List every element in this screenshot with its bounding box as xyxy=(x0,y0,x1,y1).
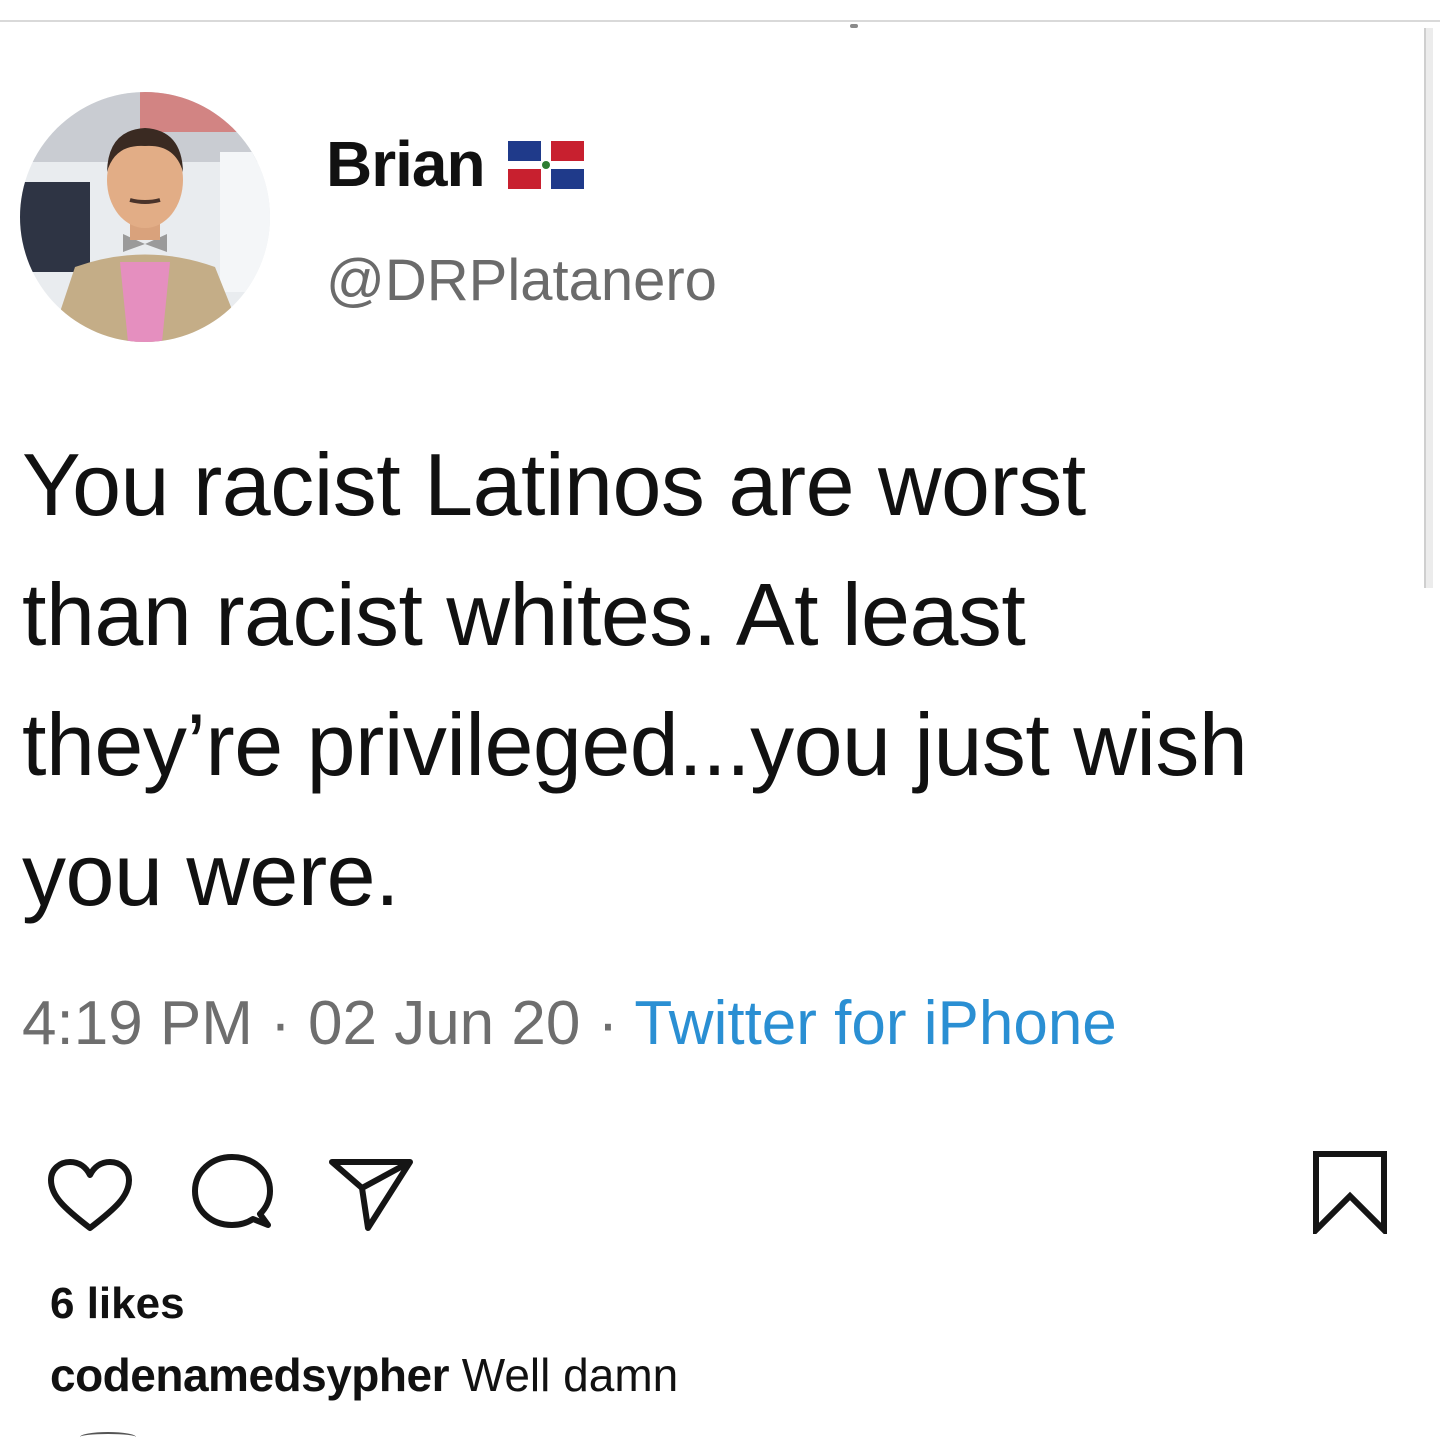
caption-text: Well damn xyxy=(448,1349,679,1401)
top-mark xyxy=(850,24,858,28)
next-avatar-edge xyxy=(80,1432,136,1440)
display-name[interactable]: Brian xyxy=(326,126,486,202)
tweet-line: You racist Latinos are worst xyxy=(22,435,1086,534)
dominican-republic-flag-icon xyxy=(508,141,584,189)
top-divider xyxy=(0,20,1440,22)
tweet-line: you were. xyxy=(22,825,400,924)
tweet-meta: 4:19 PM · 02 Jun 20 · Twitter for iPhone xyxy=(22,984,1117,1064)
heart-icon[interactable] xyxy=(46,1158,134,1234)
tweet-text: You racist Latinos are worst than racist… xyxy=(22,420,1440,940)
user-handle[interactable]: @DRPlatanero xyxy=(326,246,717,316)
likes-count[interactable]: 6 likes xyxy=(50,1276,185,1332)
tweet-time: 4:19 PM xyxy=(22,989,253,1058)
avatar[interactable] xyxy=(20,92,270,342)
tweet-line: than racist whites. At least xyxy=(22,565,1026,664)
meta-separator: · xyxy=(252,989,309,1058)
caption: codenamedsypher Well damn xyxy=(50,1346,678,1404)
send-icon[interactable] xyxy=(328,1156,414,1232)
meta-separator: · xyxy=(580,989,635,1058)
comment-icon[interactable] xyxy=(190,1152,274,1236)
tweet-line: they’re privileged...you just wish xyxy=(22,695,1248,794)
avatar-image xyxy=(20,92,270,342)
tweet-date: 02 Jun 20 xyxy=(308,989,581,1058)
instagram-post-screenshot: Brian @DRPlatanero You racist Latinos ar… xyxy=(0,0,1440,1440)
bookmark-icon[interactable] xyxy=(1312,1150,1388,1234)
tweet-source-link[interactable]: Twitter for iPhone xyxy=(634,989,1116,1058)
caption-username[interactable]: codenamedsypher xyxy=(50,1349,449,1401)
